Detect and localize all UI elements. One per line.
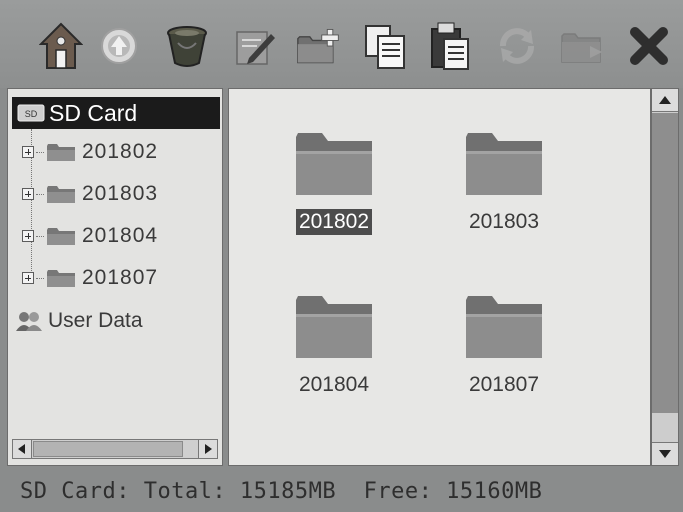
- new-folder-icon: [297, 28, 339, 64]
- move-folder-icon: [561, 33, 602, 63]
- expand-icon[interactable]: [22, 146, 34, 158]
- folder-icon: [466, 133, 542, 195]
- content-vertical-scrollbar[interactable]: [651, 88, 679, 466]
- folder-icon: [296, 133, 372, 195]
- tree-root-sd-card[interactable]: SD SD Card: [12, 97, 220, 129]
- folder-icon: [47, 186, 75, 203]
- svg-text:SD: SD: [25, 109, 38, 119]
- tree-item-user-data[interactable]: User Data: [14, 309, 143, 333]
- home-icon: [39, 22, 83, 69]
- tree-root-label: SD Card: [49, 99, 138, 126]
- folder-content-pane[interactable]: 201802 201803 201804 201807: [228, 88, 651, 466]
- close-button[interactable]: [626, 20, 672, 72]
- folder-tile-201804[interactable]: 201804: [259, 292, 409, 398]
- new-folder-button[interactable]: [296, 20, 342, 72]
- tree-dash: [36, 277, 44, 279]
- paste-icon: [431, 22, 469, 70]
- storage-status-text: SD Card: Total: 15185MB Free: 15160MB: [20, 478, 543, 504]
- arrow-down-icon: [659, 450, 671, 458]
- scroll-down-arrow[interactable]: [652, 442, 678, 465]
- arrow-right-icon: [205, 444, 212, 454]
- folder-icon: [47, 270, 75, 287]
- arrow-up-icon: [659, 96, 671, 104]
- scroll-left-arrow[interactable]: [13, 440, 32, 458]
- folder-tree[interactable]: SD SD Card 201802 201803 201804 201807 U…: [7, 88, 223, 466]
- expand-icon[interactable]: [22, 230, 34, 242]
- scroll-right-arrow[interactable]: [198, 440, 217, 458]
- folder-icon: [47, 144, 75, 161]
- folder-tile-201807[interactable]: 201807: [429, 292, 579, 398]
- refresh-button[interactable]: [494, 20, 540, 72]
- scroll-thumb[interactable]: [33, 441, 183, 457]
- folder-icon: [47, 228, 75, 245]
- tree-item-label: 201802: [82, 140, 159, 163]
- up-button[interactable]: [96, 20, 142, 72]
- user-data-icon: [16, 312, 42, 331]
- expand-icon[interactable]: [22, 272, 34, 284]
- folder-label: 201802: [295, 209, 373, 235]
- tree-item-201802[interactable]: 201802: [22, 137, 158, 167]
- expand-icon[interactable]: [22, 188, 34, 200]
- tree-horizontal-scrollbar[interactable]: [12, 439, 218, 459]
- home-button[interactable]: [38, 20, 84, 72]
- tree-item-201804[interactable]: 201804: [22, 221, 158, 251]
- scroll-up-arrow[interactable]: [652, 89, 678, 112]
- folder-icon: [296, 296, 372, 358]
- close-icon: [630, 27, 668, 65]
- folder-tile-201802[interactable]: 201802: [259, 129, 409, 235]
- folder-label: 201807: [468, 373, 540, 396]
- tree-dash: [36, 151, 44, 153]
- copy-icon: [365, 25, 405, 69]
- refresh-icon: [500, 28, 534, 64]
- folder-icon: [466, 296, 542, 358]
- tree-item-label: 201807: [82, 266, 159, 289]
- status-bar: SD Card: Total: 15185MB Free: 15160MB: [0, 470, 683, 512]
- scroll-thumb[interactable]: [652, 113, 678, 413]
- tree-item-201803[interactable]: 201803: [22, 179, 158, 209]
- arrow-left-icon: [18, 444, 25, 454]
- up-level-icon: [101, 28, 137, 64]
- folder-label: 201803: [468, 210, 540, 233]
- tree-dash: [36, 235, 44, 237]
- folder-tile-201803[interactable]: 201803: [429, 129, 579, 235]
- delete-button[interactable]: [164, 20, 210, 72]
- rename-icon: [236, 31, 275, 65]
- user-data-label: User Data: [48, 309, 143, 332]
- tree-item-label: 201804: [82, 224, 159, 247]
- recycle-bin-icon: [167, 26, 207, 67]
- folder-label: 201804: [298, 373, 370, 396]
- tree-item-label: 201803: [82, 182, 159, 205]
- tree-dash: [36, 193, 44, 195]
- copy-button[interactable]: [362, 20, 408, 72]
- sd-card-icon: SD: [17, 104, 45, 122]
- move-button[interactable]: [560, 20, 606, 72]
- tree-item-201807[interactable]: 201807: [22, 263, 158, 293]
- rename-button[interactable]: [232, 20, 278, 72]
- paste-button[interactable]: [428, 20, 474, 72]
- toolbar: [0, 0, 683, 88]
